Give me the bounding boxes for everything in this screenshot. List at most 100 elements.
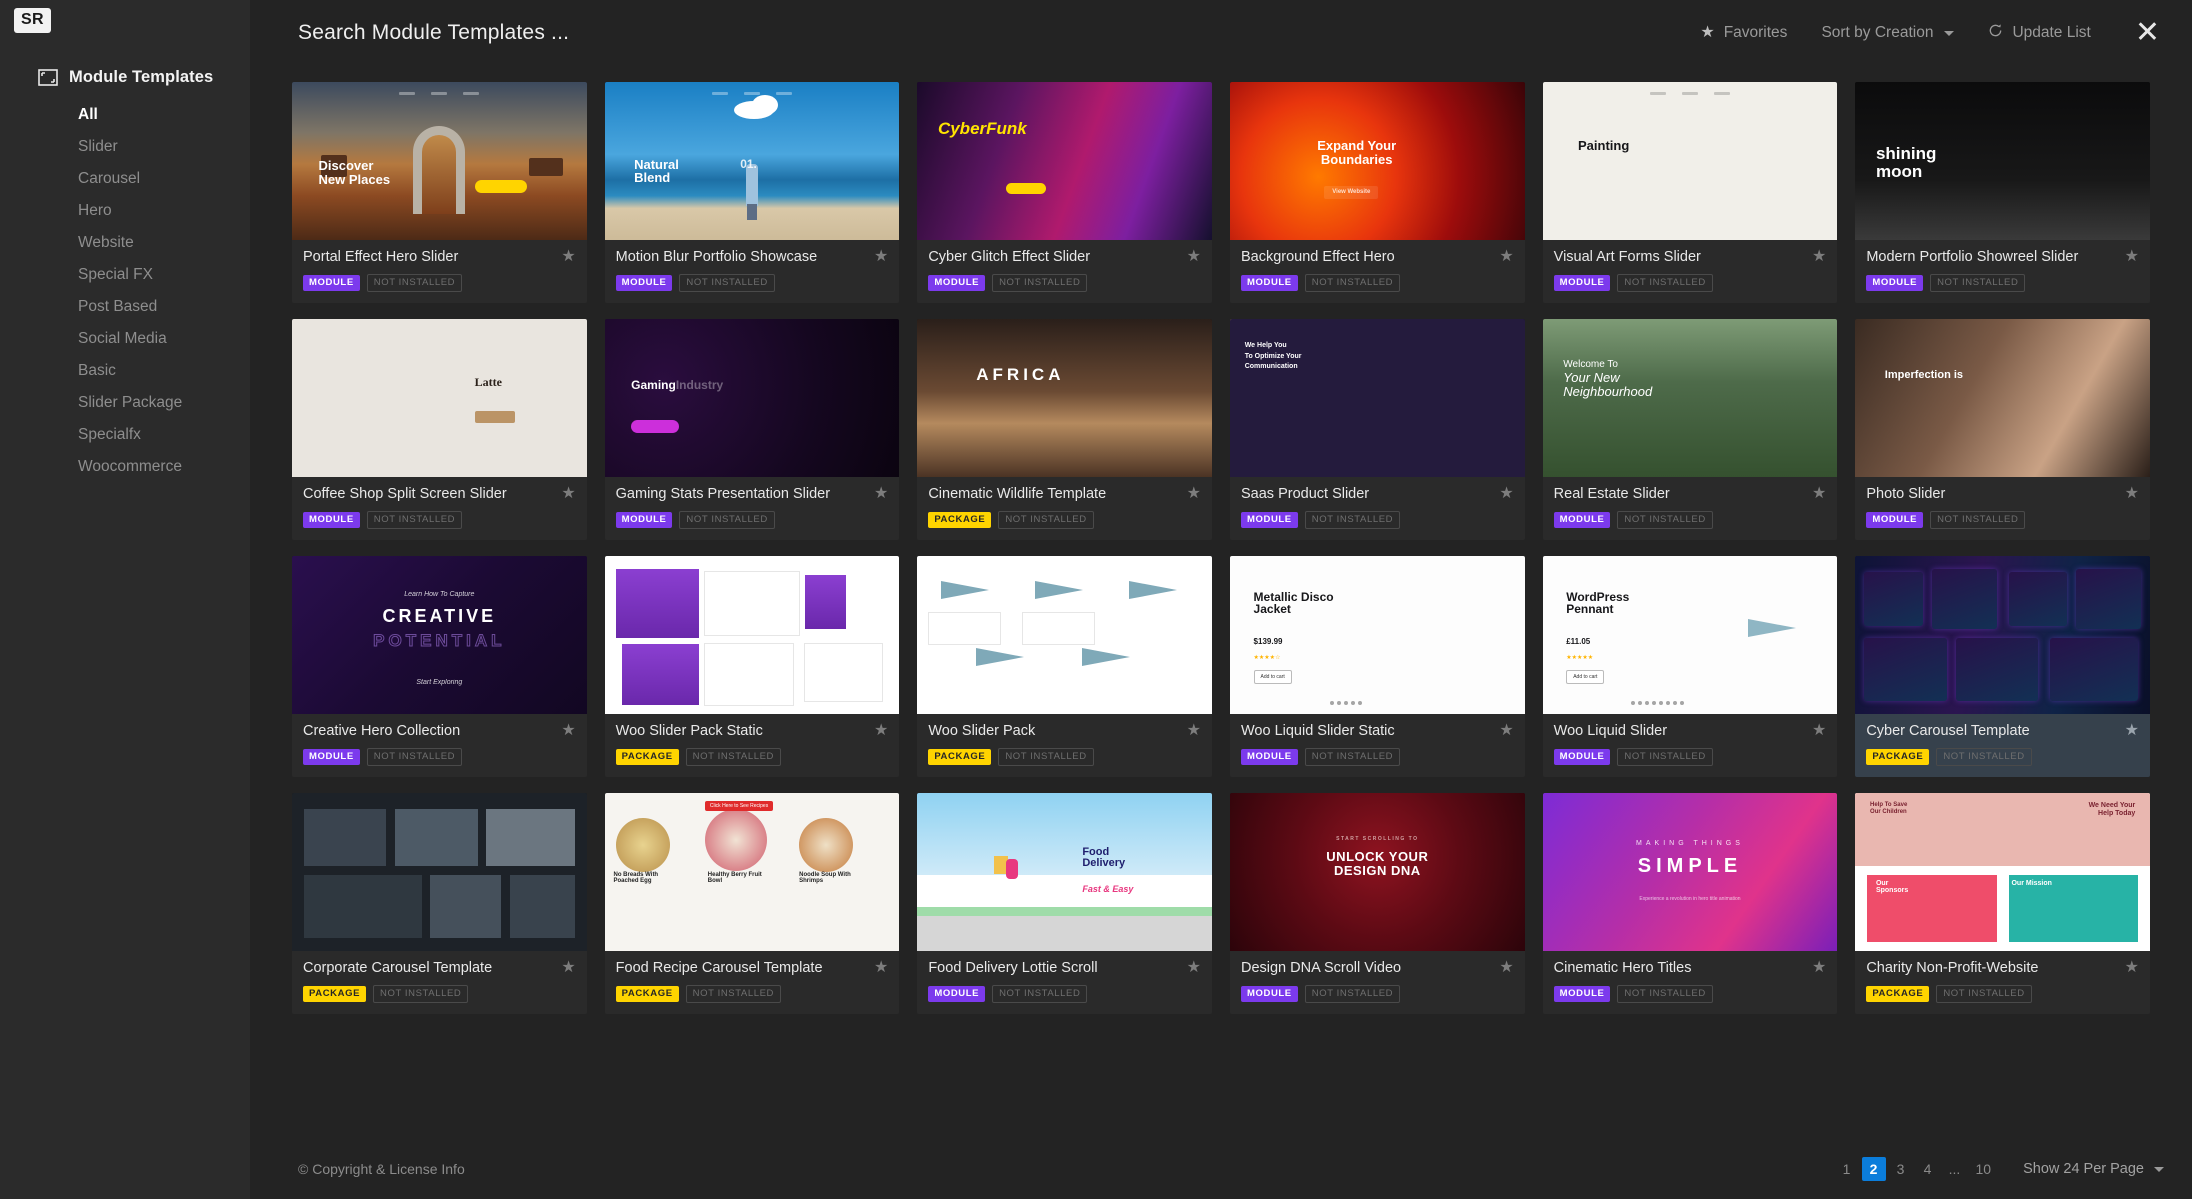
favorite-star-icon[interactable]: ★ [1812,960,1826,976]
pagination-page-2[interactable]: 2 [1862,1157,1886,1181]
favorite-star-icon[interactable]: ★ [561,960,575,976]
template-thumbnail[interactable]: Metallic DiscoJacket $139.99 ★★★★☆ Add t… [1230,556,1525,714]
search-input[interactable]: Search Module Templates ... [298,21,569,45]
sidebar-item-hero[interactable]: Hero [78,195,250,227]
template-card[interactable]: Expand YourBoundaries View WebsiteBackgr… [1230,82,1525,303]
favorite-star-icon[interactable]: ★ [1499,723,1513,739]
favorite-star-icon[interactable]: ★ [1812,249,1826,265]
favorite-star-icon[interactable]: ★ [2125,486,2139,502]
template-badges: PACKAGENOT INSTALLED [303,985,576,1003]
template-card[interactable]: DiscoverNew Places Portal Effect Hero Sl… [292,82,587,303]
star-icon: ★ [1700,25,1714,41]
topbar: Search Module Templates ... ★ Favorites … [250,0,2192,66]
template-thumbnail[interactable]: AFRICA [917,319,1212,477]
template-thumbnail[interactable]: WordPressPennant £11.05 ★★★★★ Add to car… [1543,556,1838,714]
favorite-star-icon[interactable]: ★ [1499,960,1513,976]
template-thumbnail[interactable]: Expand YourBoundaries View Website [1230,82,1525,240]
pagination-page-10[interactable]: 10 [1970,1157,1998,1181]
sidebar-item-special-fx[interactable]: Special FX [78,259,250,291]
template-card[interactable]: Corporate Carousel Template★PACKAGENOT I… [292,793,587,1014]
favorite-star-icon[interactable]: ★ [1187,486,1201,502]
sidebar-item-woocommerce[interactable]: Woocommerce [78,451,250,483]
template-thumbnail[interactable]: Latte [292,319,587,477]
copyright-link[interactable]: © Copyright & License Info [298,1161,465,1177]
template-card[interactable]: Metallic DiscoJacket $139.99 ★★★★☆ Add t… [1230,556,1525,777]
template-thumbnail[interactable]: We Help YouTo Optimize YourCommunication [1230,319,1525,477]
favorite-star-icon[interactable]: ★ [2125,249,2139,265]
favorite-star-icon[interactable]: ★ [561,249,575,265]
favorite-star-icon[interactable]: ★ [1499,249,1513,265]
template-thumbnail[interactable]: Help To SaveOur Children We Need YourHel… [1855,793,2150,951]
sidebar-item-social-media[interactable]: Social Media [78,323,250,355]
template-thumbnail[interactable]: Imperfection is [1855,319,2150,477]
template-card[interactable]: Woo Slider Pack★PACKAGENOT INSTALLED [917,556,1212,777]
template-thumbnail[interactable]: shiningmoon [1855,82,2150,240]
template-card[interactable]: Woo Slider Pack Static★PACKAGENOT INSTAL… [605,556,900,777]
template-card[interactable]: START SCROLLING TO UNLOCK YOURDESIGN DNA… [1230,793,1525,1014]
template-card[interactable]: Click Here to See Recipes No Breads With… [605,793,900,1014]
template-thumbnail[interactable] [292,793,587,951]
favorites-button[interactable]: ★ Favorites [1700,24,1787,42]
template-thumbnail[interactable]: Welcome ToYour NewNeighbourhood [1543,319,1838,477]
template-card[interactable]: We Help YouTo Optimize YourCommunication… [1230,319,1525,540]
template-thumbnail[interactable]: GamingIndustry [605,319,900,477]
close-icon[interactable]: ✕ [2131,18,2164,48]
favorite-star-icon[interactable]: ★ [874,249,888,265]
sidebar-item-website[interactable]: Website [78,227,250,259]
sidebar-item-slider-package[interactable]: Slider Package [78,387,250,419]
template-card[interactable]: GamingIndustry Gaming Stats Presentation… [605,319,900,540]
template-thumbnail[interactable]: Painting [1543,82,1838,240]
template-thumbnail[interactable]: Learn How To Capture CREATIVE POTENTIAL … [292,556,587,714]
favorite-star-icon[interactable]: ★ [1187,960,1201,976]
template-card[interactable]: NaturalBlend 01. Motion Blur Portfolio S… [605,82,900,303]
pagination-page-3[interactable]: 3 [1889,1157,1913,1181]
app-logo[interactable]: SR [14,8,51,33]
template-card[interactable]: MAKING THINGS SIMPLE Experience a revolu… [1543,793,1838,1014]
template-thumbnail[interactable]: NaturalBlend 01. [605,82,900,240]
sidebar-item-specialfx[interactable]: Specialfx [78,419,250,451]
template-card[interactable]: Painting Visual Art Forms Slider★MODULEN… [1543,82,1838,303]
pagination-page-1[interactable]: 1 [1835,1157,1859,1181]
favorite-star-icon[interactable]: ★ [2125,723,2139,739]
template-thumbnail[interactable]: START SCROLLING TO UNLOCK YOURDESIGN DNA [1230,793,1525,951]
template-card[interactable]: FoodDelivery Fast & EasyFood Delivery Lo… [917,793,1212,1014]
template-thumbnail[interactable]: MAKING THINGS SIMPLE Experience a revolu… [1543,793,1838,951]
favorite-star-icon[interactable]: ★ [561,486,575,502]
template-card[interactable]: shiningmoonModern Portfolio Showreel Sli… [1855,82,2150,303]
template-thumbnail[interactable]: Click Here to See Recipes No Breads With… [605,793,900,951]
template-card[interactable]: Latte Coffee Shop Split Screen Slider★MO… [292,319,587,540]
template-card[interactable]: Imperfection isPhoto Slider★MODULENOT IN… [1855,319,2150,540]
favorite-star-icon[interactable]: ★ [1812,486,1826,502]
template-card[interactable]: CyberFunk Cyber Glitch Effect Slider★MOD… [917,82,1212,303]
pagination-page-4[interactable]: 4 [1916,1157,1940,1181]
template-thumbnail[interactable]: FoodDelivery Fast & Easy [917,793,1212,951]
favorite-star-icon[interactable]: ★ [874,723,888,739]
template-card[interactable]: WordPressPennant £11.05 ★★★★★ Add to car… [1543,556,1838,777]
template-card[interactable]: Help To SaveOur Children We Need YourHel… [1855,793,2150,1014]
sidebar-item-carousel[interactable]: Carousel [78,163,250,195]
template-thumbnail[interactable]: DiscoverNew Places [292,82,587,240]
favorite-star-icon[interactable]: ★ [1187,723,1201,739]
favorite-star-icon[interactable]: ★ [561,723,575,739]
sidebar-item-post-based[interactable]: Post Based [78,291,250,323]
template-card[interactable]: Cyber Carousel Template★PACKAGENOT INSTA… [1855,556,2150,777]
favorite-star-icon[interactable]: ★ [1812,723,1826,739]
template-card[interactable]: Learn How To Capture CREATIVE POTENTIAL … [292,556,587,777]
sidebar-item-all[interactable]: All [78,99,250,131]
template-thumbnail[interactable]: CyberFunk [917,82,1212,240]
favorite-star-icon[interactable]: ★ [1187,249,1201,265]
sidebar-item-slider[interactable]: Slider [78,131,250,163]
sidebar-item-basic[interactable]: Basic [78,355,250,387]
favorite-star-icon[interactable]: ★ [874,486,888,502]
template-card[interactable]: Welcome ToYour NewNeighbourhoodReal Esta… [1543,319,1838,540]
update-list-button[interactable]: Update List [1988,23,2090,43]
favorite-star-icon[interactable]: ★ [2125,960,2139,976]
template-card[interactable]: AFRICACinematic Wildlife Template★PACKAG… [917,319,1212,540]
template-thumbnail[interactable] [605,556,900,714]
favorite-star-icon[interactable]: ★ [1499,486,1513,502]
favorite-star-icon[interactable]: ★ [874,960,888,976]
template-thumbnail[interactable] [1855,556,2150,714]
template-thumbnail[interactable] [917,556,1212,714]
per-page-dropdown[interactable]: Show 24 Per Page [2023,1161,2164,1177]
sort-dropdown[interactable]: Sort by Creation [1821,24,1954,42]
